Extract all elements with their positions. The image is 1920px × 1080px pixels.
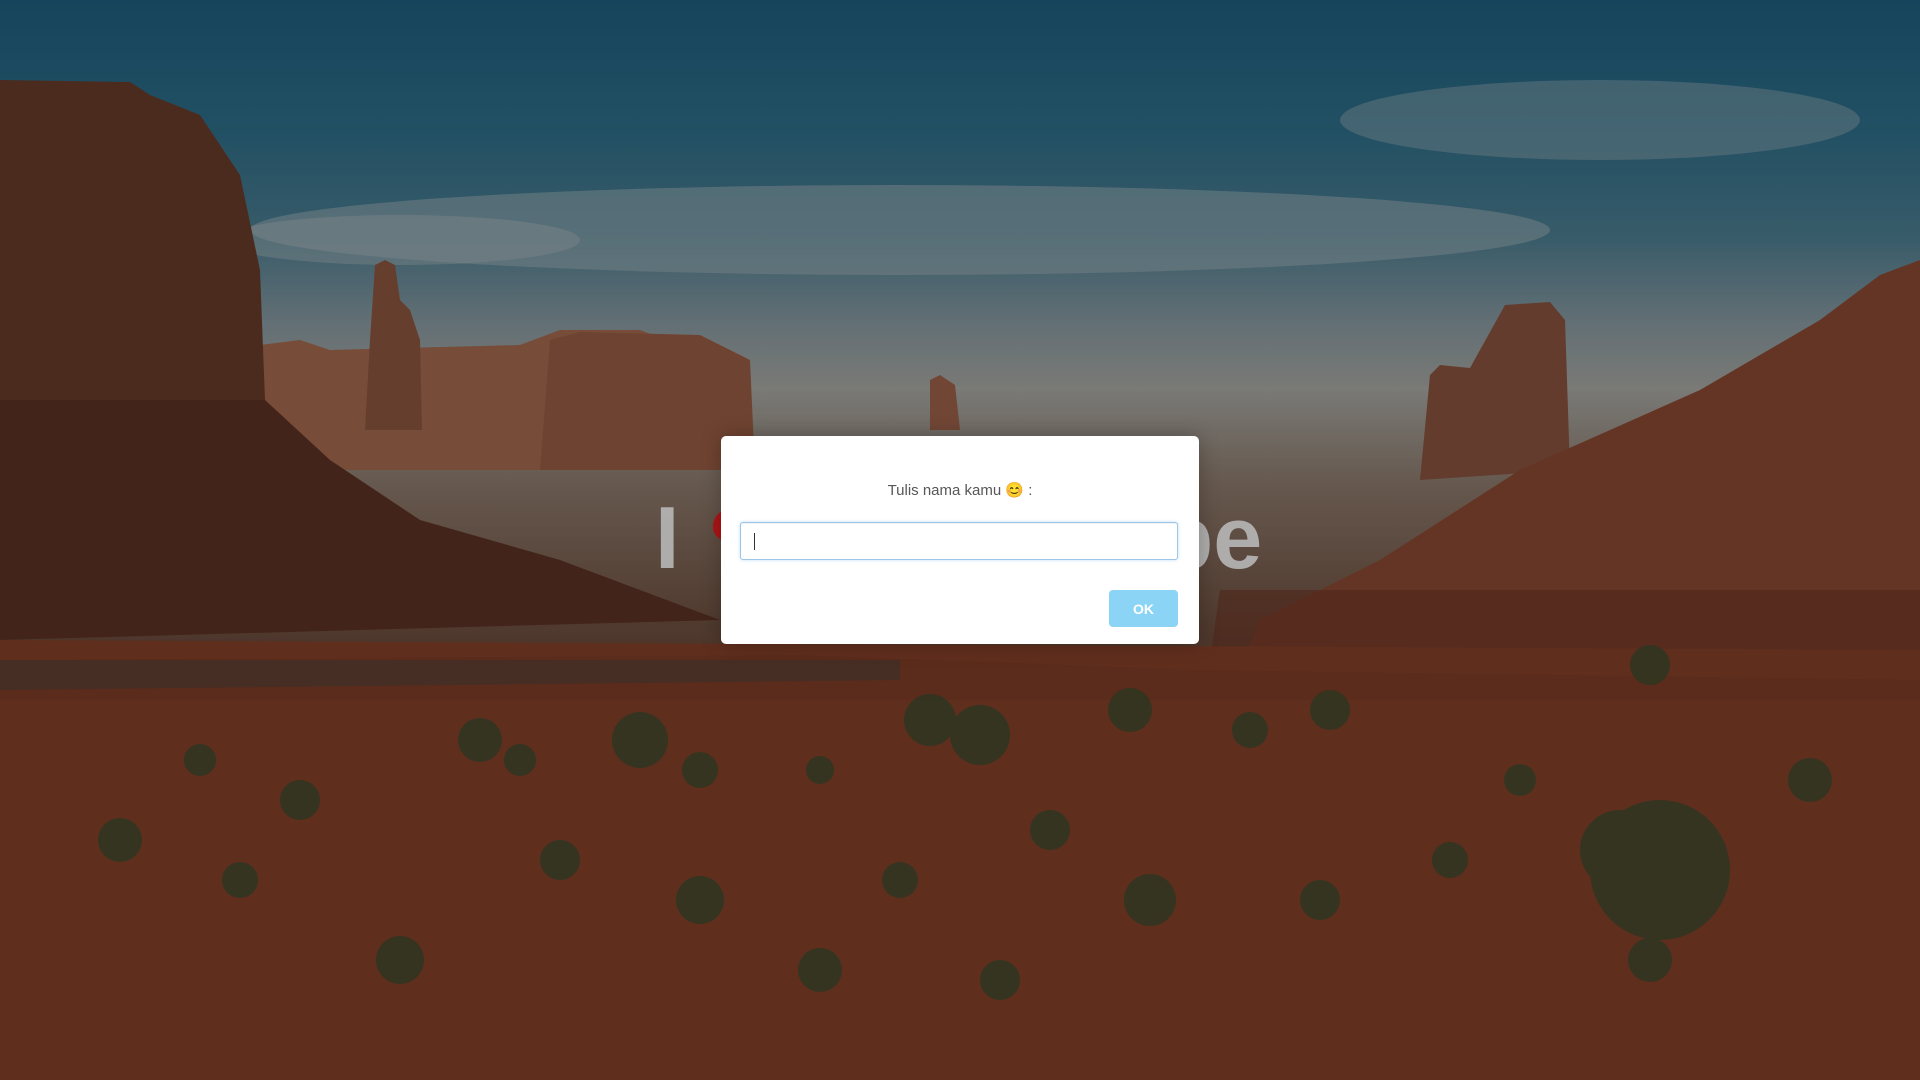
heading-left-text: I [655, 488, 680, 587]
text-cursor [754, 533, 755, 550]
ok-button[interactable]: OK [1109, 590, 1178, 627]
name-prompt-dialog: Tulis nama kamu 😊 : OK [721, 436, 1199, 644]
dialog-prompt-label: Tulis nama kamu [887, 482, 1002, 499]
dialog-prompt: Tulis nama kamu 😊 : [721, 481, 1199, 499]
dialog-prompt-suffix: : [1028, 482, 1033, 499]
smile-emoji-icon: 😊 [1005, 482, 1025, 499]
name-input[interactable] [740, 522, 1178, 560]
